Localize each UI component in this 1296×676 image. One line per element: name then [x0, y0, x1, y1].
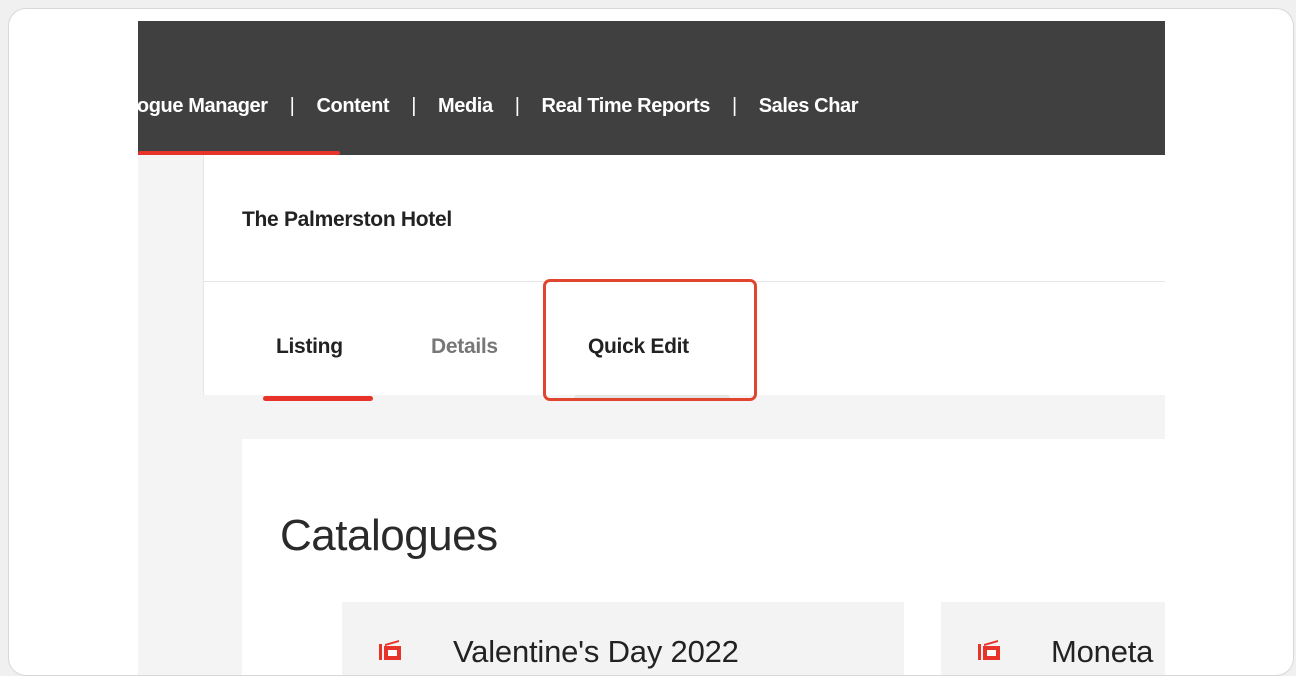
catalogue-label: Valentine's Day 2022	[453, 634, 739, 669]
catalogue-icon	[379, 640, 401, 660]
catalogue-tile[interactable]: Moneta	[941, 602, 1165, 675]
tab-listing[interactable]: Listing	[276, 335, 343, 359]
nav-separator: |	[411, 95, 416, 117]
nav-item-media[interactable]: Media	[438, 95, 493, 118]
nav-separator: |	[514, 95, 520, 117]
property-title: The Palmerston Hotel	[242, 208, 452, 231]
top-navigation: alogue Manager | Content | Media | Real Time R…	[138, 21, 1165, 155]
nav-item-content[interactable]: Content	[316, 95, 389, 118]
header-divider	[204, 281, 1165, 282]
catalogue-label: Moneta	[1051, 634, 1154, 669]
catalogue-tile[interactable]: Valentine's Day 2022	[342, 602, 904, 675]
catalogues-heading: Catalogues	[280, 511, 498, 560]
catalogue-icon	[978, 640, 1000, 660]
nav-item-real-time-reports[interactable]: Real Time Reports	[541, 95, 710, 118]
top-nav-items: alogue Manager | Content | Media | Real Time R…	[138, 95, 859, 118]
nav-item-catalogue-manager[interactable]: alogue Manager	[138, 95, 268, 118]
nav-separator: |	[731, 95, 737, 117]
browser-frame: alogue Manager | Content | Media | Real Time R…	[8, 8, 1294, 676]
tab-quick-edit[interactable]: Quick Edit	[588, 335, 689, 359]
tab-details[interactable]: Details	[431, 335, 498, 359]
nav-item-sales-channels[interactable]: Sales Char	[759, 95, 859, 118]
property-header: The Palmerston Hotel	[203, 155, 1165, 395]
catalogues-card: Catalogues Valentine's Day 2022 Moneta	[242, 439, 1165, 675]
nav-separator: |	[289, 95, 295, 117]
